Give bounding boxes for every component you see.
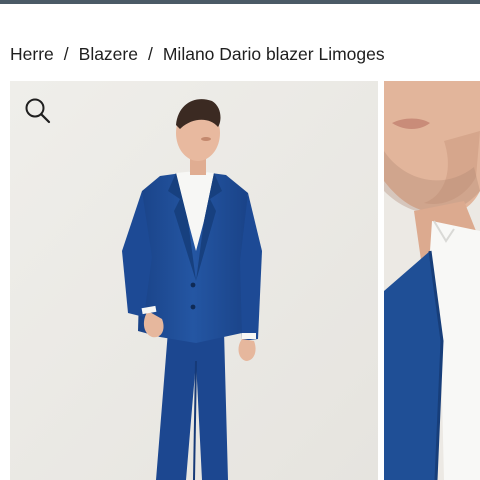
breadcrumb-link-blazere[interactable]: Blazere [79,44,138,65]
product-image-secondary[interactable] [384,81,480,480]
product-gallery [10,81,480,480]
breadcrumb-link-herre[interactable]: Herre [10,44,54,65]
breadcrumb: Herre / Blazere / Milano Dario blazer Li… [10,43,385,65]
model-closeup-illustration [384,81,480,480]
breadcrumb-separator: / [63,43,69,64]
product-image-main[interactable] [10,81,378,480]
model-in-blue-suit-illustration [10,81,378,480]
breadcrumb-separator: / [147,43,153,64]
search-icon[interactable] [24,97,52,125]
breadcrumb-current: Milano Dario blazer Limoges [162,43,385,64]
top-bar [0,0,480,4]
